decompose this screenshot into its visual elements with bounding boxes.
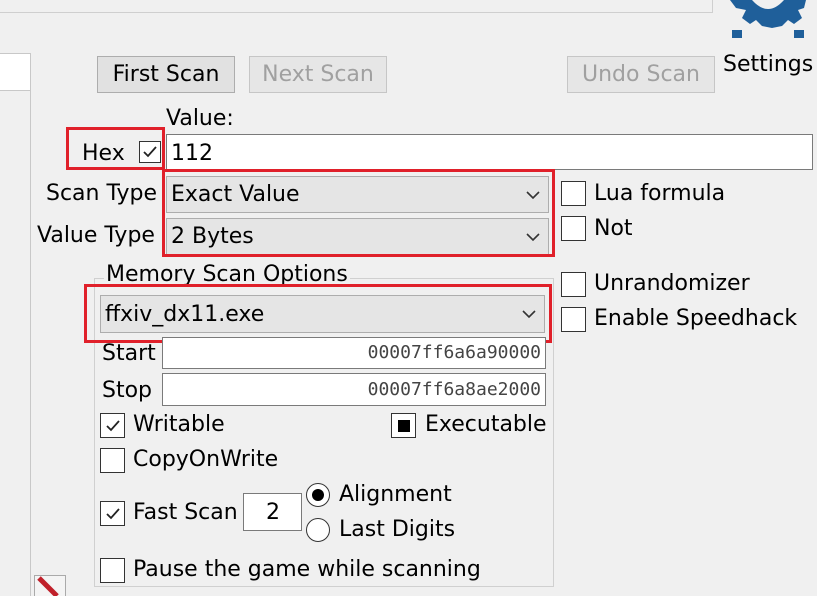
resize-handle-icon[interactable] [34, 575, 66, 596]
lua-formula-label: Lua formula [594, 181, 726, 206]
writable-checkbox[interactable] [100, 413, 125, 438]
alignment-label: Alignment [339, 482, 452, 507]
writable-label: Writable [133, 412, 225, 437]
last-digits-label: Last Digits [339, 517, 456, 542]
hex-label: Hex [82, 141, 125, 166]
copy-on-write-label: CopyOnWrite [133, 447, 279, 472]
enable-speedhack-checkbox[interactable] [561, 307, 586, 332]
address-list-panel [0, 53, 31, 596]
first-scan-button[interactable]: First Scan [97, 56, 235, 93]
settings-label[interactable]: Settings [723, 54, 813, 76]
pause-game-checkbox[interactable] [100, 558, 125, 583]
copy-on-write-checkbox[interactable] [100, 448, 125, 473]
process-highlight-box [84, 284, 552, 343]
stop-address-input[interactable]: 00007ff6a8ae2000 [162, 373, 546, 406]
pause-game-label: Pause the game while scanning [133, 557, 481, 582]
stop-address-text: 00007ff6a8ae2000 [367, 379, 541, 400]
start-address-text: 00007ff6a6a90000 [367, 342, 541, 363]
checkmark-icon [105, 507, 120, 519]
memory-scan-options-title: Memory Scan Options [104, 262, 350, 287]
alignment-radio[interactable] [306, 483, 330, 507]
fast-scan-input-text: 2 [266, 500, 280, 525]
value-label: Value: [166, 106, 234, 131]
stop-label: Stop [102, 378, 153, 403]
unrandomizer-label: Unrandomizer [594, 271, 750, 296]
fast-scan-label: Fast Scan [133, 500, 238, 525]
fast-scan-input[interactable]: 2 [243, 493, 302, 531]
settings-gear-icon[interactable] [722, 0, 814, 48]
undo-scan-button[interactable]: Undo Scan [567, 56, 715, 93]
lua-formula-checkbox[interactable] [561, 181, 586, 206]
value-type-label: Value Type [37, 223, 155, 248]
next-scan-button[interactable]: Next Scan [249, 56, 387, 93]
hex-checkbox[interactable] [139, 141, 161, 163]
last-digits-radio[interactable] [306, 518, 330, 542]
value-input[interactable]: 112 [166, 134, 813, 170]
enable-speedhack-label: Enable Speedhack [594, 306, 798, 331]
executable-label: Executable [425, 412, 547, 437]
start-label: Start [102, 341, 156, 366]
checkmark-icon [105, 419, 120, 431]
start-address-input[interactable]: 00007ff6a6a90000 [162, 337, 546, 369]
not-label: Not [594, 216, 633, 241]
fast-scan-checkbox[interactable] [100, 501, 125, 526]
top-panel-edge [0, 0, 713, 13]
checkmark-icon [143, 146, 157, 158]
value-input-text: 112 [171, 141, 213, 166]
not-checkbox[interactable] [561, 216, 586, 241]
address-list-row[interactable] [0, 54, 30, 91]
executable-checkbox[interactable] [391, 413, 416, 438]
unrandomizer-checkbox[interactable] [561, 272, 586, 297]
scan-type-label: Scan Type [46, 181, 158, 206]
type-highlight-box [162, 169, 555, 257]
radio-dot-icon [312, 489, 324, 501]
